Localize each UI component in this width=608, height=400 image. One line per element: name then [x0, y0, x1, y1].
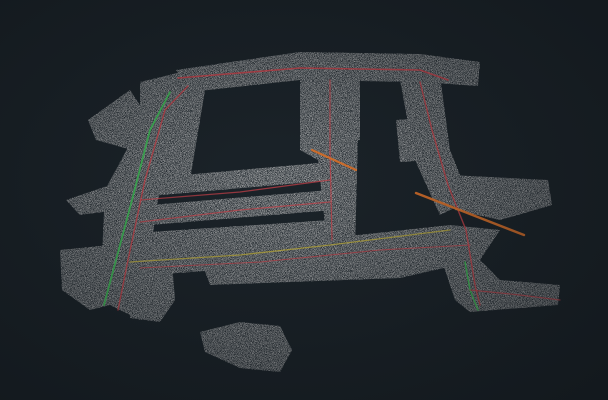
- point-cloud-structures: [60, 52, 560, 372]
- point-cloud-scene: [60, 52, 561, 372]
- point-cloud-viewport[interactable]: [0, 0, 608, 400]
